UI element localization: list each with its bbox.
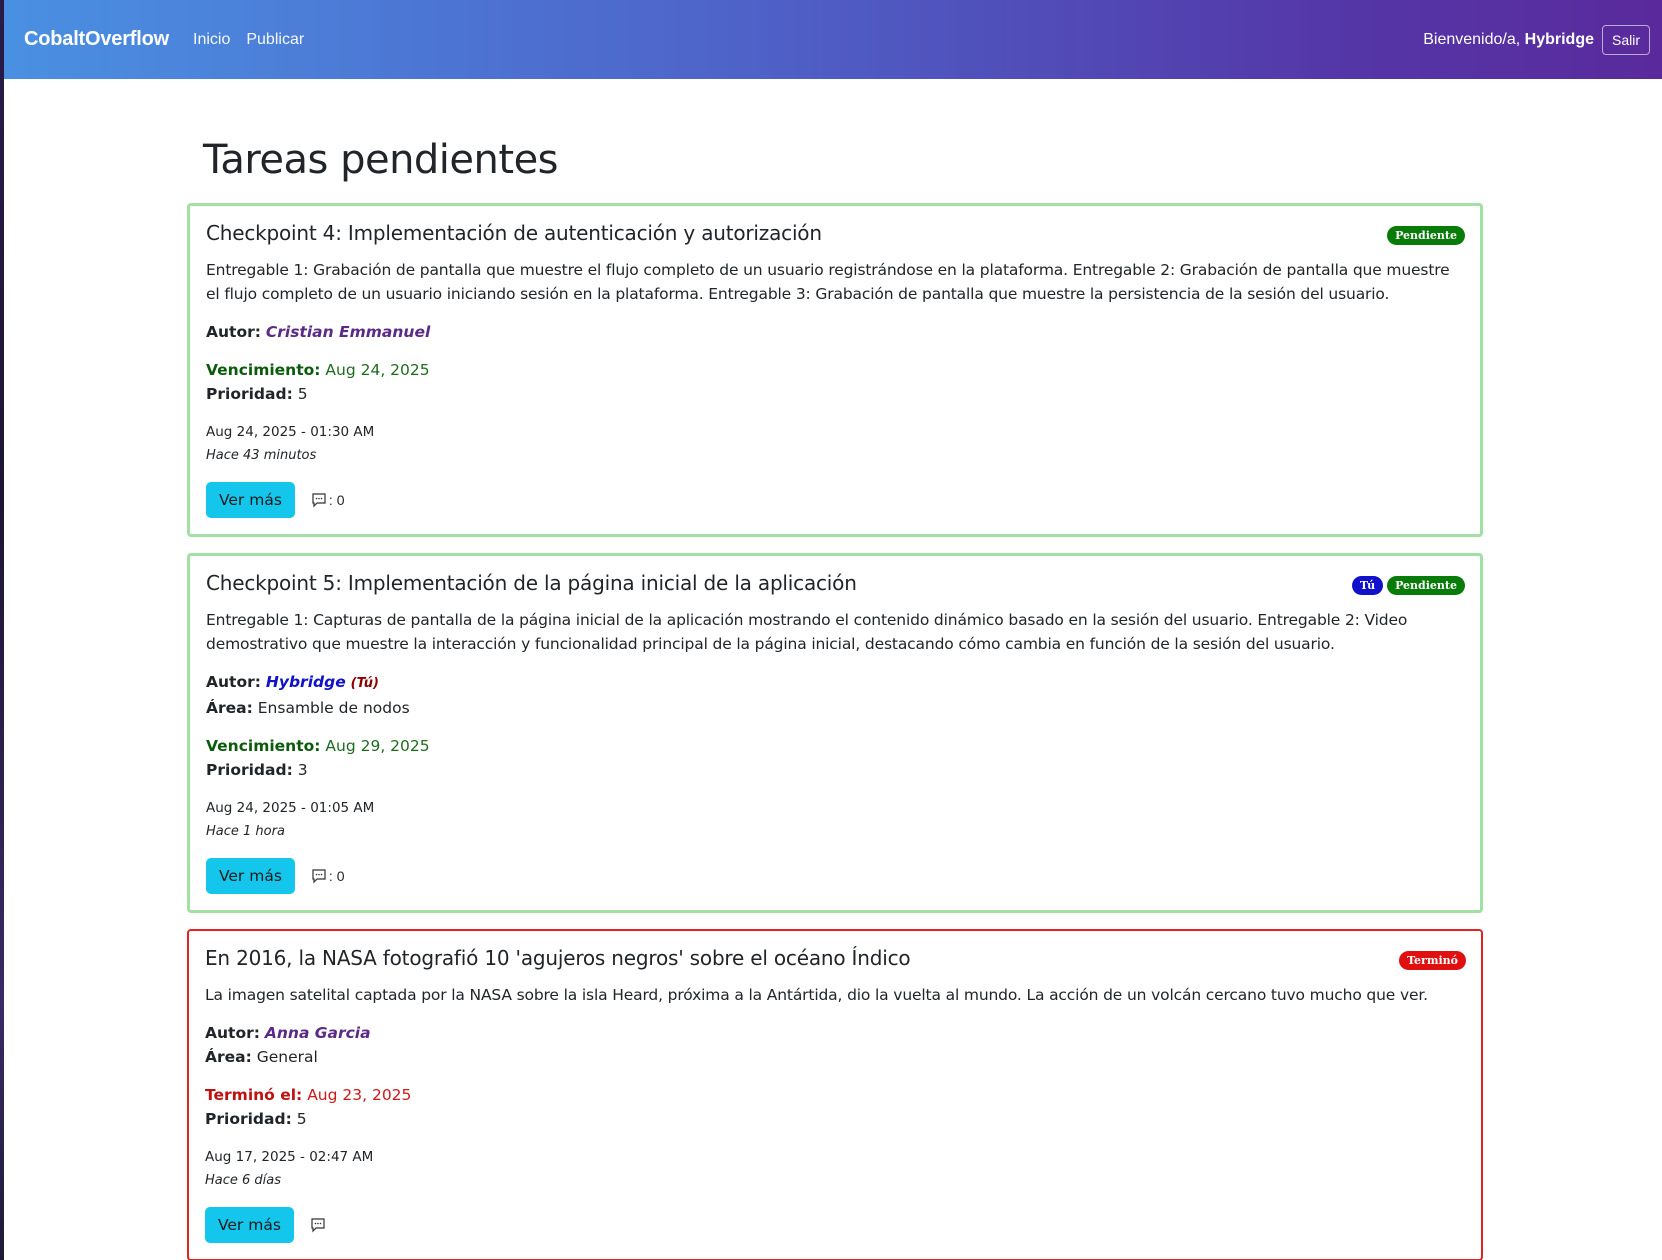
area-value: Ensamble de nodos (257, 699, 410, 717)
task-created-date: Aug 17, 2025 - 02:47 AM (205, 1149, 374, 1165)
task-actions: Ver más (205, 1207, 1465, 1243)
author-label: Autor: (205, 1024, 260, 1042)
comment-icon (311, 1218, 325, 1233)
task-due-row: Vencimiento: Aug 24, 2025 (206, 358, 1464, 382)
status-badge-pending: Pendiente (1387, 576, 1465, 595)
due-date: Aug 24, 2025 (325, 361, 430, 379)
view-more-button[interactable]: Ver más (206, 858, 295, 894)
task-description: Entregable 1: Capturas de pantalla de la… (206, 611, 1408, 653)
task-actions: Ver más : 0 (206, 858, 1464, 894)
task-badges: Tú Pendiente (1351, 576, 1465, 595)
area-label: Área: (206, 699, 253, 717)
due-date: Aug 29, 2025 (325, 737, 430, 755)
left-edge-strip (0, 0, 4, 1260)
you-tag: (Tú) (350, 676, 379, 691)
logout-button[interactable]: Salir (1601, 24, 1650, 55)
task-relative-time: Hace 1 hora (206, 824, 285, 839)
task-description: Entregable 1: Grabación de pantalla que … (206, 261, 1450, 303)
author-link[interactable]: Anna Garcia (265, 1024, 371, 1042)
author-label: Autor: (206, 673, 261, 691)
welcome-text: Bienvenido/a, Hybridge (1423, 31, 1594, 49)
nav-link-publicar[interactable]: Publicar (246, 31, 304, 49)
welcome-username: Hybridge (1524, 30, 1594, 48)
view-more-button[interactable]: Ver más (205, 1207, 294, 1243)
nav-user-area: Bienvenido/a, Hybridge Salir (1423, 24, 1650, 55)
task-area-row: Área: Ensamble de nodos (206, 696, 1464, 720)
task-ended-row: Terminó el: Aug 23, 2025 (205, 1083, 1465, 1107)
priority-label: Prioridad: (206, 761, 293, 779)
comment-icon (312, 869, 326, 884)
task-created-date: Aug 24, 2025 - 01:30 AM (206, 424, 375, 440)
priority-label: Prioridad: (205, 1110, 292, 1128)
comment-count[interactable]: : 0 (311, 492, 345, 508)
page-title: Tareas pendientes (203, 137, 559, 183)
comment-icon (312, 493, 326, 508)
task-author-row: Autor: Hybridge (Tú) (206, 670, 1464, 696)
task-author-row: Autor: Anna Garcia (205, 1021, 1465, 1045)
task-created-date: Aug 24, 2025 - 01:05 AM (206, 800, 375, 816)
ended-label: Terminó el: (205, 1086, 303, 1104)
top-navbar: CobaltOverflow Inicio Publicar Bienvenid… (4, 0, 1662, 79)
status-badge-pending: Pendiente (1387, 226, 1465, 245)
task-badges: Terminó (1399, 951, 1466, 970)
area-label: Área: (205, 1048, 252, 1066)
priority-value: 5 (296, 1110, 307, 1128)
task-actions: Ver más : 0 (206, 482, 1464, 518)
task-relative-time: Hace 6 días (205, 1173, 282, 1188)
task-author-row: Autor: Cristian Emmanuel (206, 320, 1464, 344)
task-title: Checkpoint 5: Implementación de la págin… (206, 571, 857, 595)
task-relative-time: Hace 43 minutos (206, 448, 317, 463)
task-card: Tú Pendiente Checkpoint 5: Implementació… (187, 553, 1483, 913)
author-link[interactable]: Hybridge (266, 673, 346, 691)
priority-label: Prioridad: (206, 385, 293, 403)
task-title: En 2016, la NASA fotografió 10 'agujeros… (205, 946, 911, 970)
task-title: Checkpoint 4: Implementación de autentic… (206, 221, 822, 245)
author-label: Autor: (206, 323, 261, 341)
task-priority-row: Prioridad: 5 (206, 382, 1464, 406)
task-area-row: Área: General (205, 1045, 1465, 1069)
comment-count-value: : 0 (328, 868, 345, 884)
task-priority-row: Prioridad: 5 (205, 1107, 1465, 1131)
task-badges: Pendiente (1387, 226, 1465, 245)
task-card: Terminó En 2016, la NASA fotografió 10 '… (187, 929, 1483, 1260)
nav-link-inicio[interactable]: Inicio (193, 31, 230, 49)
author-link[interactable]: Cristian Emmanuel (266, 323, 430, 341)
priority-value: 5 (297, 385, 308, 403)
welcome-prefix: Bienvenido/a, (1423, 30, 1521, 48)
owner-badge-you: Tú (1351, 576, 1384, 595)
priority-value: 3 (297, 761, 308, 779)
due-label: Vencimiento: (206, 361, 321, 379)
task-card: Pendiente Checkpoint 4: Implementación d… (187, 203, 1483, 537)
status-badge-ended: Terminó (1399, 951, 1466, 970)
comment-count[interactable] (310, 1217, 328, 1233)
brand-logo[interactable]: CobaltOverflow (24, 28, 169, 51)
view-more-button[interactable]: Ver más (206, 482, 295, 518)
task-description: La imagen satelital captada por la NASA … (205, 986, 1428, 1004)
ended-date: Aug 23, 2025 (307, 1086, 412, 1104)
due-label: Vencimiento: (206, 737, 321, 755)
task-priority-row: Prioridad: 3 (206, 758, 1464, 782)
area-value: General (256, 1048, 318, 1066)
main-content: Tareas pendientes Pendiente Checkpoint 4… (187, 79, 1483, 1260)
task-due-row: Vencimiento: Aug 29, 2025 (206, 734, 1464, 758)
comment-count[interactable]: : 0 (311, 868, 345, 884)
comment-count-value: : 0 (328, 492, 345, 508)
